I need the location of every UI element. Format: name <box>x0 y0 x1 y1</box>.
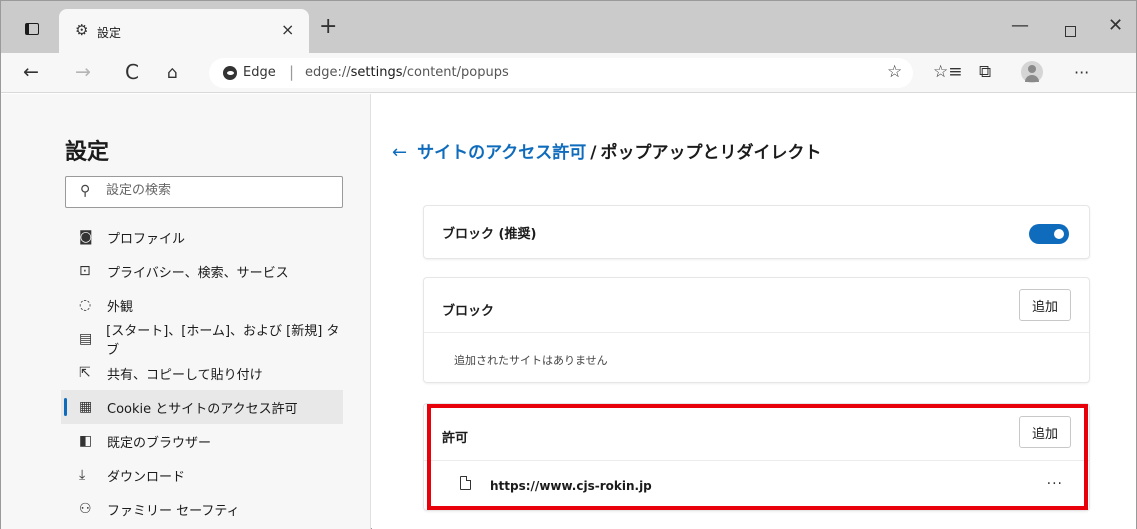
tab-settings[interactable]: ⚙ 設定 × <box>59 9 309 53</box>
sidebar-item-downloads[interactable]: ⤓ ダウンロード <box>61 458 343 492</box>
add-block-site-button[interactable]: 追加 <box>1019 289 1071 321</box>
sidebar-item-label: プライバシー、検索、サービス <box>107 265 289 281</box>
download-icon: ⤓ <box>79 467 86 483</box>
site-url: https://www.cjs-rokin.jp <box>490 479 652 493</box>
back-button[interactable]: ← <box>23 61 39 83</box>
sidebar-item-label: ダウンロード <box>107 469 186 485</box>
page-icon <box>460 476 471 490</box>
allow-list-label: 許可 <box>442 431 469 446</box>
address-site-label: Edge <box>243 65 276 80</box>
block-toggle-label: ブロック (推奨) <box>442 227 537 242</box>
empty-list-text: 追加されたサイトはありません <box>454 354 608 367</box>
sidebar-item-family-safety[interactable]: ⚇ ファミリー セーフティ <box>61 492 343 526</box>
back-arrow-icon[interactable]: ← <box>392 142 407 163</box>
tab-actions-icon[interactable] <box>25 23 39 35</box>
search-icon: ⚲ <box>80 183 91 199</box>
address-url[interactable]: edge://settings/content/popups <box>305 65 509 80</box>
allow-list-card: 許可 追加 https://www.cjs-rokin.jp ··· <box>424 404 1089 510</box>
divider <box>424 332 1089 333</box>
sidebar-item-cookies-permissions[interactable]: ▦ Cookie とサイトのアクセス許可 <box>61 390 343 424</box>
sidebar-item-label: Cookie とサイトのアクセス許可 <box>107 401 298 417</box>
add-allow-site-button[interactable]: 追加 <box>1019 416 1071 448</box>
close-window-button[interactable]: ✕ <box>1108 15 1123 36</box>
tab-strip: ⚙ 設定 × + — ✕ <box>1 1 1136 53</box>
search-box[interactable]: ⚲ <box>65 176 343 208</box>
cookie-permissions-icon: ▦ <box>79 399 93 415</box>
toolbar: ← → C ⌂ Edge | edge://settings/content/p… <box>1 53 1136 93</box>
list-item: https://www.cjs-rokin.jp ··· <box>424 466 1089 510</box>
sidebar-item-label: プロファイル <box>107 231 186 247</box>
sidebar-item-privacy[interactable]: ⊡ プライバシー、検索、サービス <box>61 254 343 288</box>
more-actions-icon[interactable]: ··· <box>1047 476 1063 492</box>
profile-icon: ◙ <box>79 229 93 245</box>
sidebar: 設定 ⚲ ◙ プロファイル ⊡ プライバシー、検索、サービス ◌ 外観 ▤ [ス… <box>1 94 371 529</box>
gear-icon: ⚙ <box>75 21 89 39</box>
sidebar-item-appearance[interactable]: ◌ 外観 <box>61 288 343 322</box>
url-prefix: edge:// <box>305 65 351 80</box>
new-tab-page-icon: ▤ <box>79 331 93 347</box>
breadcrumb-parent-link[interactable]: サイトのアクセス許可 <box>417 143 586 163</box>
sidebar-item-default-browser[interactable]: ◧ 既定のブラウザー <box>61 424 343 458</box>
search-input[interactable] <box>106 183 326 198</box>
sidebar-nav: ◙ プロファイル ⊡ プライバシー、検索、サービス ◌ 外観 ▤ [スタート]、… <box>61 220 343 526</box>
sidebar-item-label: [スタート]、[ホーム]、および [新規] タブ <box>106 324 340 358</box>
maximize-button[interactable] <box>1065 26 1076 37</box>
breadcrumb-current: ポップアップとリダイレクト <box>600 143 822 163</box>
address-separator: | <box>289 63 295 81</box>
new-tab-button[interactable]: + <box>319 16 337 38</box>
sidebar-item-label: ファミリー セーフティ <box>107 503 240 519</box>
minimize-button[interactable]: — <box>1011 15 1029 36</box>
close-tab-icon[interactable]: × <box>281 20 294 39</box>
more-icon[interactable]: ··· <box>1074 62 1089 84</box>
block-toggle[interactable] <box>1029 224 1069 244</box>
url-bold: settings <box>350 65 403 80</box>
divider <box>424 460 1089 461</box>
edge-icon <box>223 66 237 80</box>
forward-button[interactable]: → <box>75 61 91 83</box>
sidebar-item-profile[interactable]: ◙ プロファイル <box>61 220 343 254</box>
sidebar-item-label: 外観 <box>107 299 134 315</box>
url-suffix: /content/popups <box>402 65 509 80</box>
breadcrumb-separator: / <box>590 143 597 163</box>
favorites-icon[interactable]: ☆≡ <box>933 61 962 83</box>
sidebar-item-start-home[interactable]: ▤ [スタート]、[ホーム]、および [新規] タブ <box>61 322 343 358</box>
tab-title: 設定 <box>97 26 122 40</box>
home-button[interactable]: ⌂ <box>167 62 178 84</box>
lock-icon: ⊡ <box>79 263 91 279</box>
refresh-button[interactable]: C <box>125 61 139 83</box>
address-bar[interactable]: Edge | edge://settings/content/popups ☆ <box>209 58 913 88</box>
sidebar-item-label: 既定のブラウザー <box>107 435 212 451</box>
add-favorite-icon[interactable]: ☆ <box>887 62 902 82</box>
main-content: ← サイトのアクセス許可 / ポップアップとリダイレクト ブロック (推奨) ブロック… <box>372 94 1136 529</box>
page-title: 設定 <box>65 140 110 165</box>
block-setting-card: ブロック (推奨) <box>424 206 1089 258</box>
family-icon: ⚇ <box>79 501 92 517</box>
block-list-card: ブロック 追加 追加されたサイトはありません <box>424 278 1089 382</box>
breadcrumb: ← サイトのアクセス許可 / ポップアップとリダイレクト <box>392 138 821 163</box>
share-icon: ⇱ <box>79 365 91 381</box>
sidebar-item-share-copy[interactable]: ⇱ 共有、コピーして貼り付け <box>61 356 343 390</box>
avatar[interactable] <box>1021 61 1043 83</box>
default-browser-icon: ◧ <box>79 433 93 449</box>
palette-icon: ◌ <box>79 297 92 313</box>
collections-icon[interactable]: ⧉ <box>979 61 991 83</box>
sidebar-item-label: 共有、コピーして貼り付け <box>107 367 263 383</box>
block-list-label: ブロック <box>442 304 495 319</box>
